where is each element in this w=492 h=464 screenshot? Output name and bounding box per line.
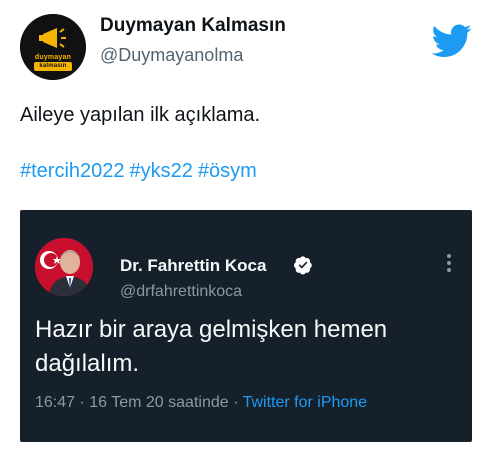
tweet-card: duymayan kalmasın Duymayan Kalmasın @Duy… — [0, 0, 492, 464]
author-name[interactable]: Duymayan Kalmasın — [100, 15, 286, 37]
meta-separator: · — [233, 394, 239, 411]
hashtag-list: #tercih2022 #yks22 #ösym — [20, 160, 262, 183]
quoted-tweet-text: Hazır bir araya gelmişken hemen dağılalı… — [35, 316, 388, 377]
quoted-author-avatar[interactable] — [35, 238, 93, 296]
quoted-author-handle[interactable]: @drfahrettinkoca — [120, 283, 242, 301]
hashtag-link[interactable]: #tercih2022 — [20, 160, 125, 182]
avatar-logo-subtext: kalmasın — [39, 63, 67, 69]
quoted-author-name[interactable]: Dr. Fahrettin Koca — [120, 256, 266, 276]
tweet-text: Aileye yapılan ilk açıklama. — [20, 104, 261, 126]
twitter-bird-icon[interactable] — [432, 24, 472, 58]
meta-separator: · — [79, 394, 85, 411]
author-handle[interactable]: @Duymayanolma — [100, 45, 243, 66]
quoted-tweet-time: 16:47 — [35, 394, 76, 411]
more-vertical-icon[interactable] — [444, 252, 454, 276]
hashtag-link[interactable]: #ösym — [198, 160, 257, 182]
quoted-tweet-meta: 16:47 · 16 Tem 20 saatinde · Twitter for… — [35, 394, 367, 412]
quoted-tweet-source[interactable]: Twitter for iPhone — [243, 394, 368, 411]
avatar-logo-text: duymayan — [34, 54, 72, 61]
quoted-tweet-date: 16 Tem 20 saatinde — [89, 394, 229, 411]
hashtag-link[interactable]: #yks22 — [130, 160, 193, 182]
quoted-tweet-screenshot[interactable]: Dr. Fahrettin Koca @drfahrettinkoca Hazı… — [20, 210, 472, 442]
author-avatar[interactable]: duymayan kalmasın — [20, 14, 86, 80]
verified-badge-icon — [294, 256, 312, 275]
